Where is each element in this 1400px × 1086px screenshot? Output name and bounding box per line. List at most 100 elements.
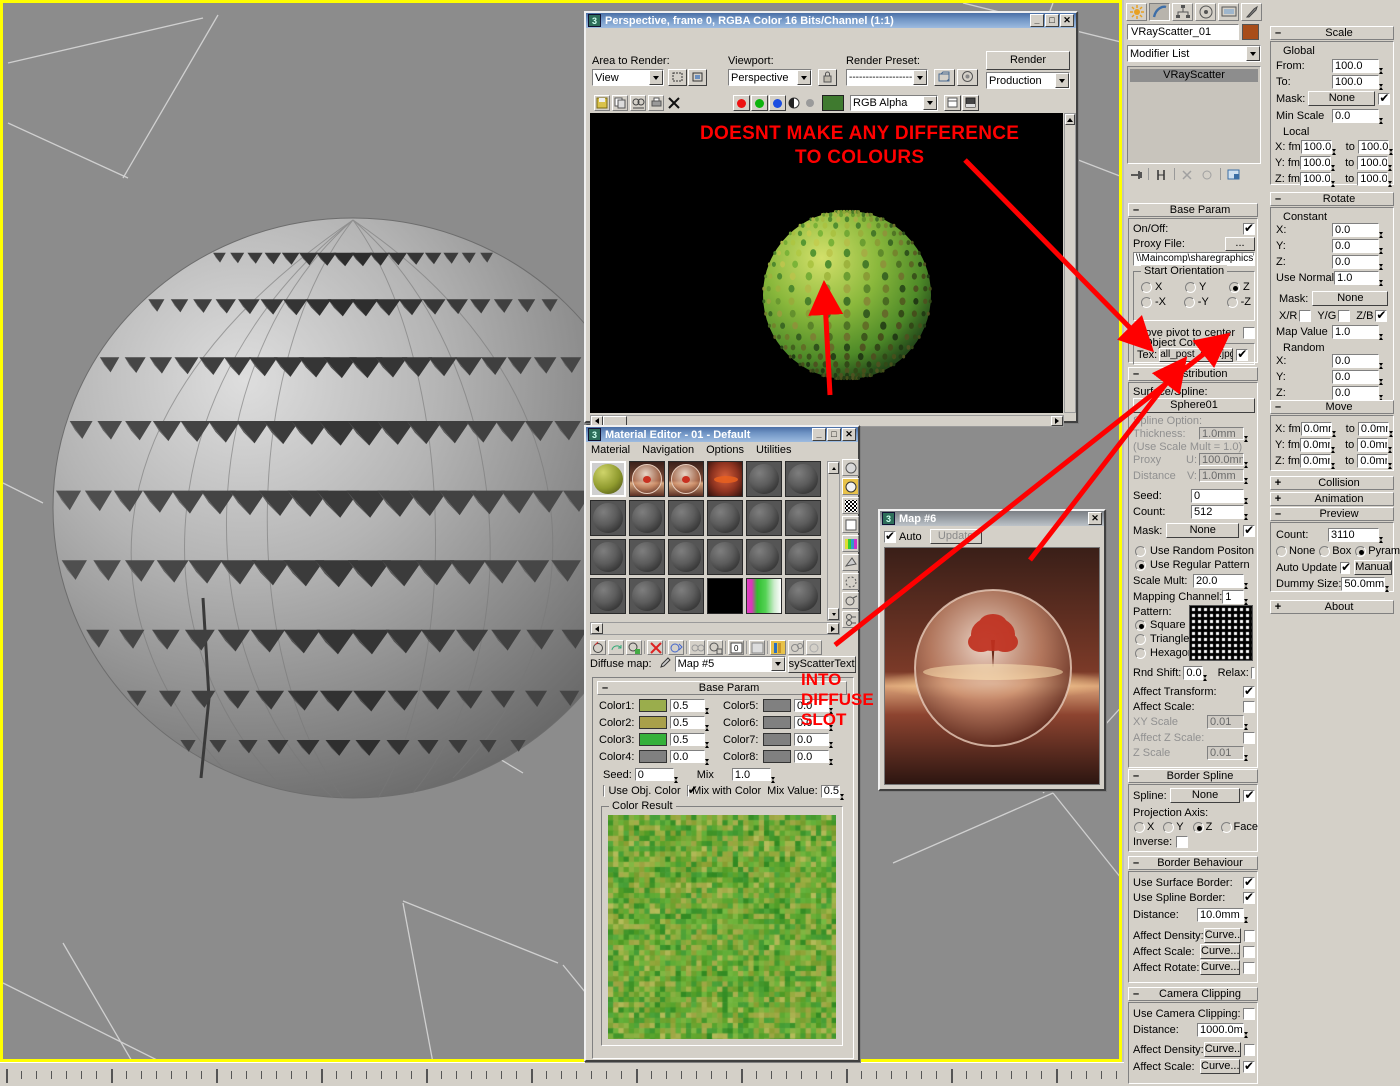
put-to-library-icon[interactable] [707, 639, 723, 655]
bb-distance-value[interactable]: 10.0mm [1197, 908, 1244, 922]
render-image-canvas[interactable]: DOESNT MAKE ANY DIFFERENCE TO COLOURS [590, 113, 1063, 413]
pattern-radio-square[interactable] [1135, 619, 1146, 631]
render-button[interactable]: Render [986, 51, 1070, 70]
environment-button[interactable] [957, 69, 978, 86]
color-swatch-8[interactable] [763, 750, 791, 763]
color-value-2[interactable]: 0.5 [670, 716, 705, 729]
material-slot[interactable] [707, 539, 743, 575]
show-map-in-viewport-icon[interactable] [749, 639, 765, 655]
scale-from-0[interactable]: 100.0 [1300, 140, 1332, 154]
modifier-stack-item-vrayscatter[interactable]: VRayScatter [1130, 69, 1258, 82]
rnd-shift-value[interactable]: 0.0 [1183, 666, 1203, 680]
render-setup-button[interactable] [934, 69, 955, 86]
rotate-random-row[interactable]: Z: 0.0 [1276, 386, 1390, 410]
make-material-copy-icon[interactable] [668, 639, 684, 655]
map6-titlebar[interactable]: 3 Map #6 ✕ [880, 511, 1104, 526]
scale-from-2[interactable]: 100.0 [1300, 172, 1332, 186]
use-normal-value[interactable]: 1.0 [1334, 271, 1379, 285]
material-slot[interactable] [668, 461, 704, 497]
clone-icon[interactable] [630, 95, 646, 111]
use-surface-border-checkbox[interactable] [1243, 875, 1255, 889]
orientation-radio-negx[interactable] [1141, 296, 1152, 308]
modifier-stack[interactable]: VRayScatter [1127, 66, 1261, 164]
spline-checkbox[interactable] [1243, 788, 1255, 802]
render-frame-window[interactable]: 3 Perspective, frame 0, RGBA Color 16 Bi… [584, 11, 1078, 427]
mix-value[interactable]: 1.0 [731, 768, 771, 781]
rotate-random-row[interactable]: Y: 0.0 [1276, 370, 1390, 394]
preview-rollout[interactable]: – Preview [1270, 507, 1394, 521]
channel-checkbox-zb[interactable] [1375, 308, 1388, 322]
about-rollout[interactable]: + About [1270, 600, 1394, 614]
axis-radio-x[interactable] [1134, 821, 1145, 833]
close-button[interactable]: ✕ [1060, 14, 1074, 27]
color-row[interactable]: Color3: 0.5 Color7: 0.0 [599, 732, 847, 757]
dummy-size-value[interactable]: 50.0mm [1341, 577, 1386, 591]
backlight-icon[interactable] [842, 478, 859, 495]
rotate-random-value-0[interactable]: 0.0 [1332, 354, 1379, 368]
duplicate-bitmap-button[interactable] [944, 95, 961, 111]
bb-affect-rotate-checkbox[interactable] [1243, 961, 1255, 974]
material-editor-menubar[interactable]: Material Navigation Options Utilities [588, 444, 856, 459]
material-slot[interactable] [668, 539, 704, 575]
color-swatch-6[interactable] [763, 716, 791, 729]
material-slot[interactable] [746, 539, 782, 575]
affect-z-scale-checkbox[interactable] [1243, 731, 1255, 744]
cc-affect-scale-checkbox[interactable] [1243, 1059, 1255, 1073]
show-end-result-icon[interactable] [770, 639, 786, 655]
map6-window[interactable]: 3 Map #6 ✕ Auto Update [878, 509, 1106, 791]
rotate-random-value-2[interactable]: 0.0 [1332, 386, 1379, 400]
scale-from-1[interactable]: 100.0 [1300, 156, 1332, 170]
use-spline-border-checkbox[interactable] [1243, 890, 1255, 904]
clear-icon[interactable] [666, 95, 682, 111]
orientation-radio-negz[interactable] [1226, 296, 1238, 308]
seed-value[interactable]: 0 [634, 768, 674, 781]
go-forward-to-sibling-icon[interactable] [806, 639, 822, 655]
material-slot[interactable] [629, 500, 665, 536]
options-icon[interactable] [842, 573, 859, 590]
channel-checkbox-xr[interactable] [1299, 309, 1312, 322]
inverse-checkbox[interactable] [1176, 836, 1189, 848]
auto-update-checkbox[interactable] [1340, 560, 1351, 574]
material-slot[interactable] [629, 578, 665, 614]
channel-checkbox-yg[interactable] [1338, 309, 1351, 322]
scale-row[interactable]: X: fm 100.0 to 100.0 [1275, 140, 1393, 164]
move-rollout[interactable]: – Move [1270, 400, 1394, 414]
minimize-button[interactable]: _ [812, 428, 826, 441]
material-slot[interactable] [590, 500, 626, 536]
base-param-rollout[interactable]: – Base Param [1128, 203, 1258, 217]
chevron-down-icon[interactable] [770, 657, 785, 671]
cc-affect-density-curve-button[interactable]: Curve... [1203, 1042, 1241, 1057]
toggle-ui-button[interactable] [962, 95, 979, 111]
move-to-1[interactable]: 0.0mm [1357, 438, 1389, 452]
orientation-radio-negy[interactable] [1183, 296, 1195, 308]
tex-checkbox[interactable] [1236, 347, 1249, 361]
xy-scale-value[interactable]: 0.01 [1207, 715, 1244, 729]
background-icon[interactable] [842, 497, 859, 514]
orientation-radio-z[interactable] [1229, 281, 1240, 293]
update-button[interactable]: Update [929, 529, 982, 544]
preview-radio-box[interactable] [1319, 545, 1331, 557]
mask-button[interactable]: None [1166, 523, 1240, 538]
scale-row[interactable]: Y: fm 100.0 to 100.0 [1275, 156, 1393, 180]
mono-channel-button[interactable] [806, 99, 814, 107]
tex-button[interactable]: all_post_sm...jpg) [1159, 348, 1234, 362]
material-slot[interactable] [785, 500, 821, 536]
surface-button[interactable]: Sphere01 [1133, 398, 1255, 413]
auto-checkbox[interactable] [884, 529, 896, 543]
move-row[interactable]: Z: fm0.0mmto0.0mm [1275, 454, 1393, 478]
minimize-button[interactable]: _ [1030, 14, 1044, 27]
background-color-swatch[interactable] [822, 95, 844, 111]
material-slot-grid[interactable] [590, 461, 826, 621]
select-by-material-icon[interactable] [842, 592, 859, 609]
save-icon[interactable] [594, 95, 610, 111]
menu-utilities[interactable]: Utilities [756, 444, 791, 459]
v-value[interactable]: 1.0mm [1199, 469, 1244, 482]
material-editor-window[interactable]: 3 Material Editor - 01 - Default _ □ ✕ M… [584, 425, 874, 1062]
move-to-2[interactable]: 0.0mm [1357, 454, 1389, 468]
maximize-button[interactable]: □ [827, 428, 841, 441]
mix-with-color-checkbox[interactable] [686, 783, 700, 797]
sample-uv-tiling-icon[interactable] [842, 516, 859, 533]
color-value-4[interactable]: 0.0 [670, 750, 705, 763]
material-editor-right-toolbar[interactable] [842, 459, 859, 639]
render-window-titlebar[interactable]: 3 Perspective, frame 0, RGBA Color 16 Bi… [586, 13, 1076, 28]
